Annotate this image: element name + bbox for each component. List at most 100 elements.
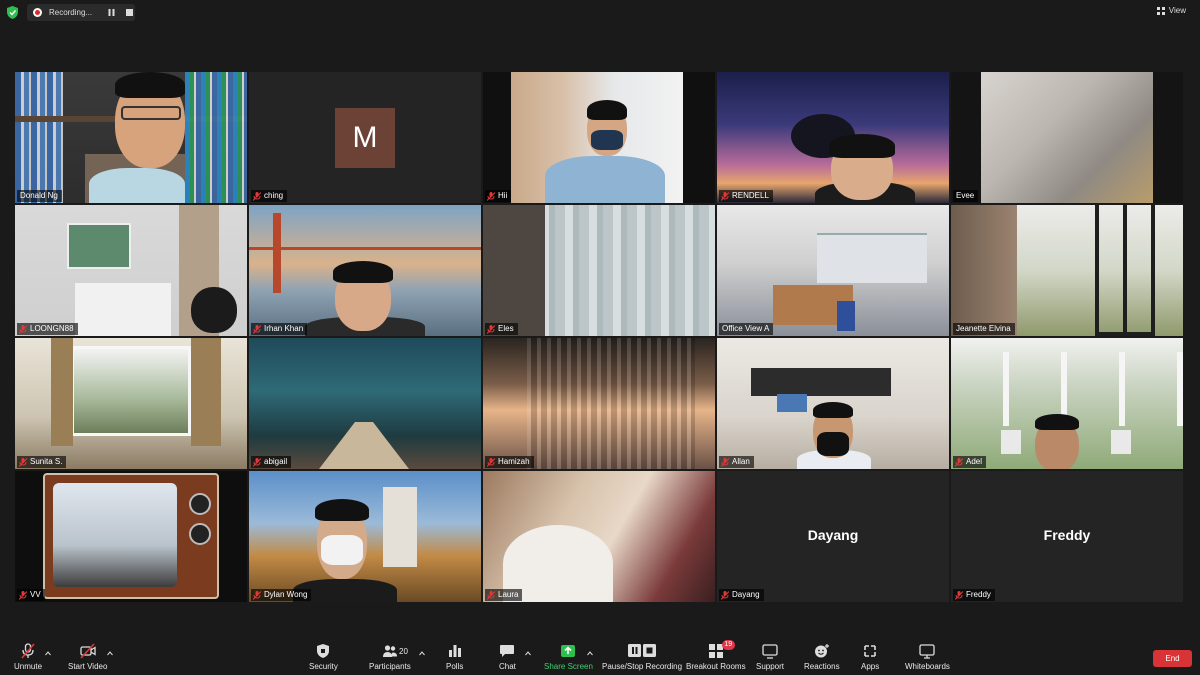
start-video-label: Start Video [68,662,108,671]
plant-pot [1001,430,1021,454]
participant-name-label: VV [17,589,45,601]
support-label: Support [756,662,785,671]
participant-name-label: Jeanette Elvina [953,323,1015,335]
unmute-button[interactable]: Unmute [14,643,42,671]
shelf [751,368,891,396]
video-tile-hamizah[interactable]: Hamizah [483,338,715,469]
muted-mic-icon [955,590,963,600]
breakout-rooms-button[interactable]: 19 Breakout Rooms [686,640,746,671]
apps-label: Apps [861,662,880,671]
video-tile-vv[interactable]: VV [15,471,247,602]
window-frame-bar [1123,205,1127,336]
end-meeting-button[interactable]: End [1153,650,1192,667]
window [71,346,191,436]
participant-name-label: Dayang [719,589,764,601]
person-hair [333,261,393,283]
participant-name-label: Hamizah [485,456,534,468]
person-hair [829,134,895,158]
participant-name-label: Laura [485,589,523,601]
stop-recording-icon[interactable] [123,7,135,19]
encryption-shield-icon[interactable] [7,6,18,19]
participant-name-label: Office View A [719,323,774,335]
person-hair [587,100,627,120]
video-tile-eles[interactable]: Eles [483,205,715,336]
chat-options-caret-icon[interactable] [525,651,531,656]
smiley-reaction-icon [814,644,829,658]
apps-button[interactable]: Apps [861,643,879,671]
face-mask [321,535,363,565]
chair [837,301,855,331]
curtain-right [191,338,221,446]
whiteboards-button[interactable]: Whiteboards [905,643,950,671]
breakout-rooms-label: Breakout Rooms [686,662,746,671]
security-button[interactable]: Security [309,643,338,671]
grid-view-icon [1156,6,1165,15]
tv-screen [53,483,177,587]
video-tile-allan[interactable]: Allan [717,338,949,469]
muted-microphone-icon [21,643,35,659]
muted-mic-icon [487,324,495,334]
view-button[interactable]: View [1156,6,1186,15]
person-hair [115,72,185,98]
pause-stop-recording-button[interactable]: Pause/Stop Recording [602,643,682,671]
dark-shelf [483,205,545,336]
participant-name-label: Donald Ng [17,190,62,202]
audio-options-caret-icon[interactable] [45,651,51,656]
polls-icon [448,645,461,657]
polls-button[interactable]: Polls [446,643,463,671]
top-bar: Recording... View [0,0,1200,26]
video-tile-ching[interactable]: M ching [249,72,481,203]
share-options-caret-icon[interactable] [587,651,593,656]
video-tile-rendell[interactable]: RENDELL [717,72,949,203]
tv-knob [189,493,211,515]
video-tile-abigail[interactable]: abigail [249,338,481,469]
support-button[interactable]: Support [756,643,784,671]
muted-mic-icon [721,191,729,201]
participant-name-label: abigail [251,456,292,468]
participants-count: 20 [399,647,408,656]
participant-name-label: Eles [485,323,518,335]
whiteboards-label: Whiteboards [905,662,950,671]
reactions-button[interactable]: Reactions [804,643,840,671]
muted-mic-icon [253,457,261,467]
video-tile-dayang[interactable]: Dayang Dayang [717,471,949,602]
muted-mic-icon [253,191,261,201]
bridge-cable [249,247,481,250]
video-tile-evee[interactable]: Evee [951,72,1183,203]
video-tile-donald-ng[interactable]: Donald Ng [15,72,247,203]
video-tile-irhan-khan[interactable]: Irhan Khan [249,205,481,336]
video-tile-hii[interactable]: Hii [483,72,715,203]
video-tile-loongn88[interactable]: LOONGN88 [15,205,247,336]
share-screen-button[interactable]: Share Screen [544,643,593,671]
security-label: Security [309,662,338,671]
meeting-toolbar: Unmute Start Video Security Participants… [0,635,1200,675]
participant-name-label: Freddy [953,589,995,601]
person-head [191,287,237,333]
participant-name-label: Adel [953,456,987,468]
plant-pot-right [1111,430,1131,454]
participant-name-label: Sunita S. [17,456,67,468]
start-video-button[interactable]: Start Video [68,643,107,671]
muted-mic-icon [19,590,27,600]
muted-mic-icon [253,590,261,600]
video-tile-jeanette-elvina[interactable]: Jeanette Elvina [951,205,1183,336]
video-tile-sunita-s[interactable]: Sunita S. [15,338,247,469]
muted-mic-icon [19,324,27,334]
participants-options-caret-icon[interactable] [419,651,425,656]
participant-name-label: RENDELL [719,190,773,202]
video-tile-office-view-a[interactable]: Office View A [717,205,949,336]
participant-name-label: Allan [719,456,754,468]
chat-button[interactable]: Chat [499,643,516,671]
avatar: M [335,108,395,168]
curtain [951,205,1017,336]
participant-name-label: Evee [953,190,979,202]
video-tile-adel[interactable]: Adel [951,338,1183,469]
apps-icon [864,645,876,657]
video-tile-laura[interactable]: Laura [483,471,715,602]
muted-mic-icon [721,590,729,600]
video-tile-dylan-wong[interactable]: Dylan Wong [249,471,481,602]
video-tile-freddy[interactable]: Freddy Freddy [951,471,1183,602]
pause-recording-icon[interactable] [105,7,117,19]
participant-name-label: LOONGN88 [17,323,78,335]
video-options-caret-icon[interactable] [107,651,113,656]
